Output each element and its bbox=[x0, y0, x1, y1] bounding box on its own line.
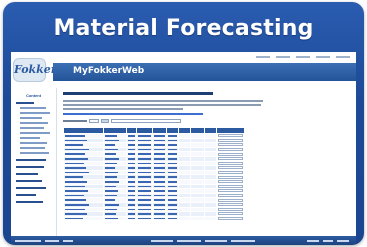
filter-label bbox=[63, 120, 87, 122]
footer-text bbox=[177, 240, 201, 242]
footer-text bbox=[205, 240, 227, 242]
sidebar-item[interactable] bbox=[16, 186, 53, 190]
slide-title: Material Forecasting bbox=[53, 16, 314, 41]
main-content bbox=[63, 92, 351, 236]
filter-row bbox=[63, 119, 351, 123]
sidebar-item[interactable] bbox=[16, 116, 53, 120]
footer-text bbox=[231, 240, 255, 242]
sidebar-item[interactable] bbox=[16, 146, 53, 150]
top-link[interactable] bbox=[316, 56, 330, 58]
sidebar-item[interactable] bbox=[16, 193, 53, 197]
forecast-table bbox=[63, 127, 246, 222]
intro-text-line bbox=[63, 108, 183, 110]
footer-link[interactable] bbox=[45, 240, 59, 242]
top-link[interactable] bbox=[296, 56, 310, 58]
slide-frame: Material Forecasting Fokker MyFokkerWeb … bbox=[3, 2, 364, 245]
sidebar-item[interactable] bbox=[16, 151, 53, 155]
sidebar-item[interactable] bbox=[16, 179, 53, 183]
sidebar-item[interactable] bbox=[16, 111, 53, 115]
intro-text-line bbox=[63, 104, 261, 106]
top-bar: Fokker MyFokkerWeb bbox=[11, 52, 356, 88]
top-link[interactable] bbox=[256, 56, 270, 58]
top-links bbox=[256, 56, 350, 58]
sidebar: Content bbox=[11, 88, 57, 236]
sidebar-item[interactable] bbox=[16, 106, 53, 110]
sidebar-item[interactable] bbox=[16, 141, 53, 145]
footer-bar bbox=[11, 236, 356, 245]
sidebar-item[interactable] bbox=[16, 172, 53, 176]
intro-text-line bbox=[63, 100, 263, 102]
footer-text bbox=[151, 240, 173, 242]
brand-bar: MyFokkerWeb bbox=[53, 63, 356, 81]
footer-link[interactable] bbox=[15, 240, 41, 242]
site-title[interactable]: MyFokkerWeb bbox=[73, 66, 144, 76]
help-link[interactable] bbox=[63, 113, 203, 115]
sidebar-item[interactable] bbox=[16, 101, 53, 105]
sidebar-item[interactable] bbox=[16, 165, 53, 169]
sidebar-item[interactable] bbox=[16, 126, 53, 130]
footer-link[interactable] bbox=[323, 240, 333, 242]
top-link[interactable] bbox=[276, 56, 290, 58]
sidebar-item[interactable] bbox=[16, 131, 53, 135]
filter-input[interactable] bbox=[89, 119, 99, 123]
filter-button[interactable] bbox=[101, 119, 109, 123]
fokker-logo-icon[interactable]: Fokker bbox=[13, 58, 57, 82]
footer-link[interactable] bbox=[63, 240, 73, 242]
page-title-placeholder bbox=[63, 92, 351, 95]
sidebar-item[interactable] bbox=[16, 136, 53, 140]
sidebar-item[interactable] bbox=[16, 121, 53, 125]
table-row[interactable] bbox=[63, 215, 246, 222]
screenshot: Fokker MyFokkerWeb Content bbox=[11, 52, 356, 245]
sidebar-item[interactable] bbox=[16, 200, 53, 204]
footer-link[interactable] bbox=[337, 240, 349, 242]
top-link[interactable] bbox=[336, 56, 350, 58]
sidebar-heading: Content bbox=[25, 93, 42, 98]
footer-link[interactable] bbox=[307, 240, 319, 242]
search-input[interactable] bbox=[111, 119, 181, 123]
sidebar-item[interactable] bbox=[16, 158, 53, 162]
